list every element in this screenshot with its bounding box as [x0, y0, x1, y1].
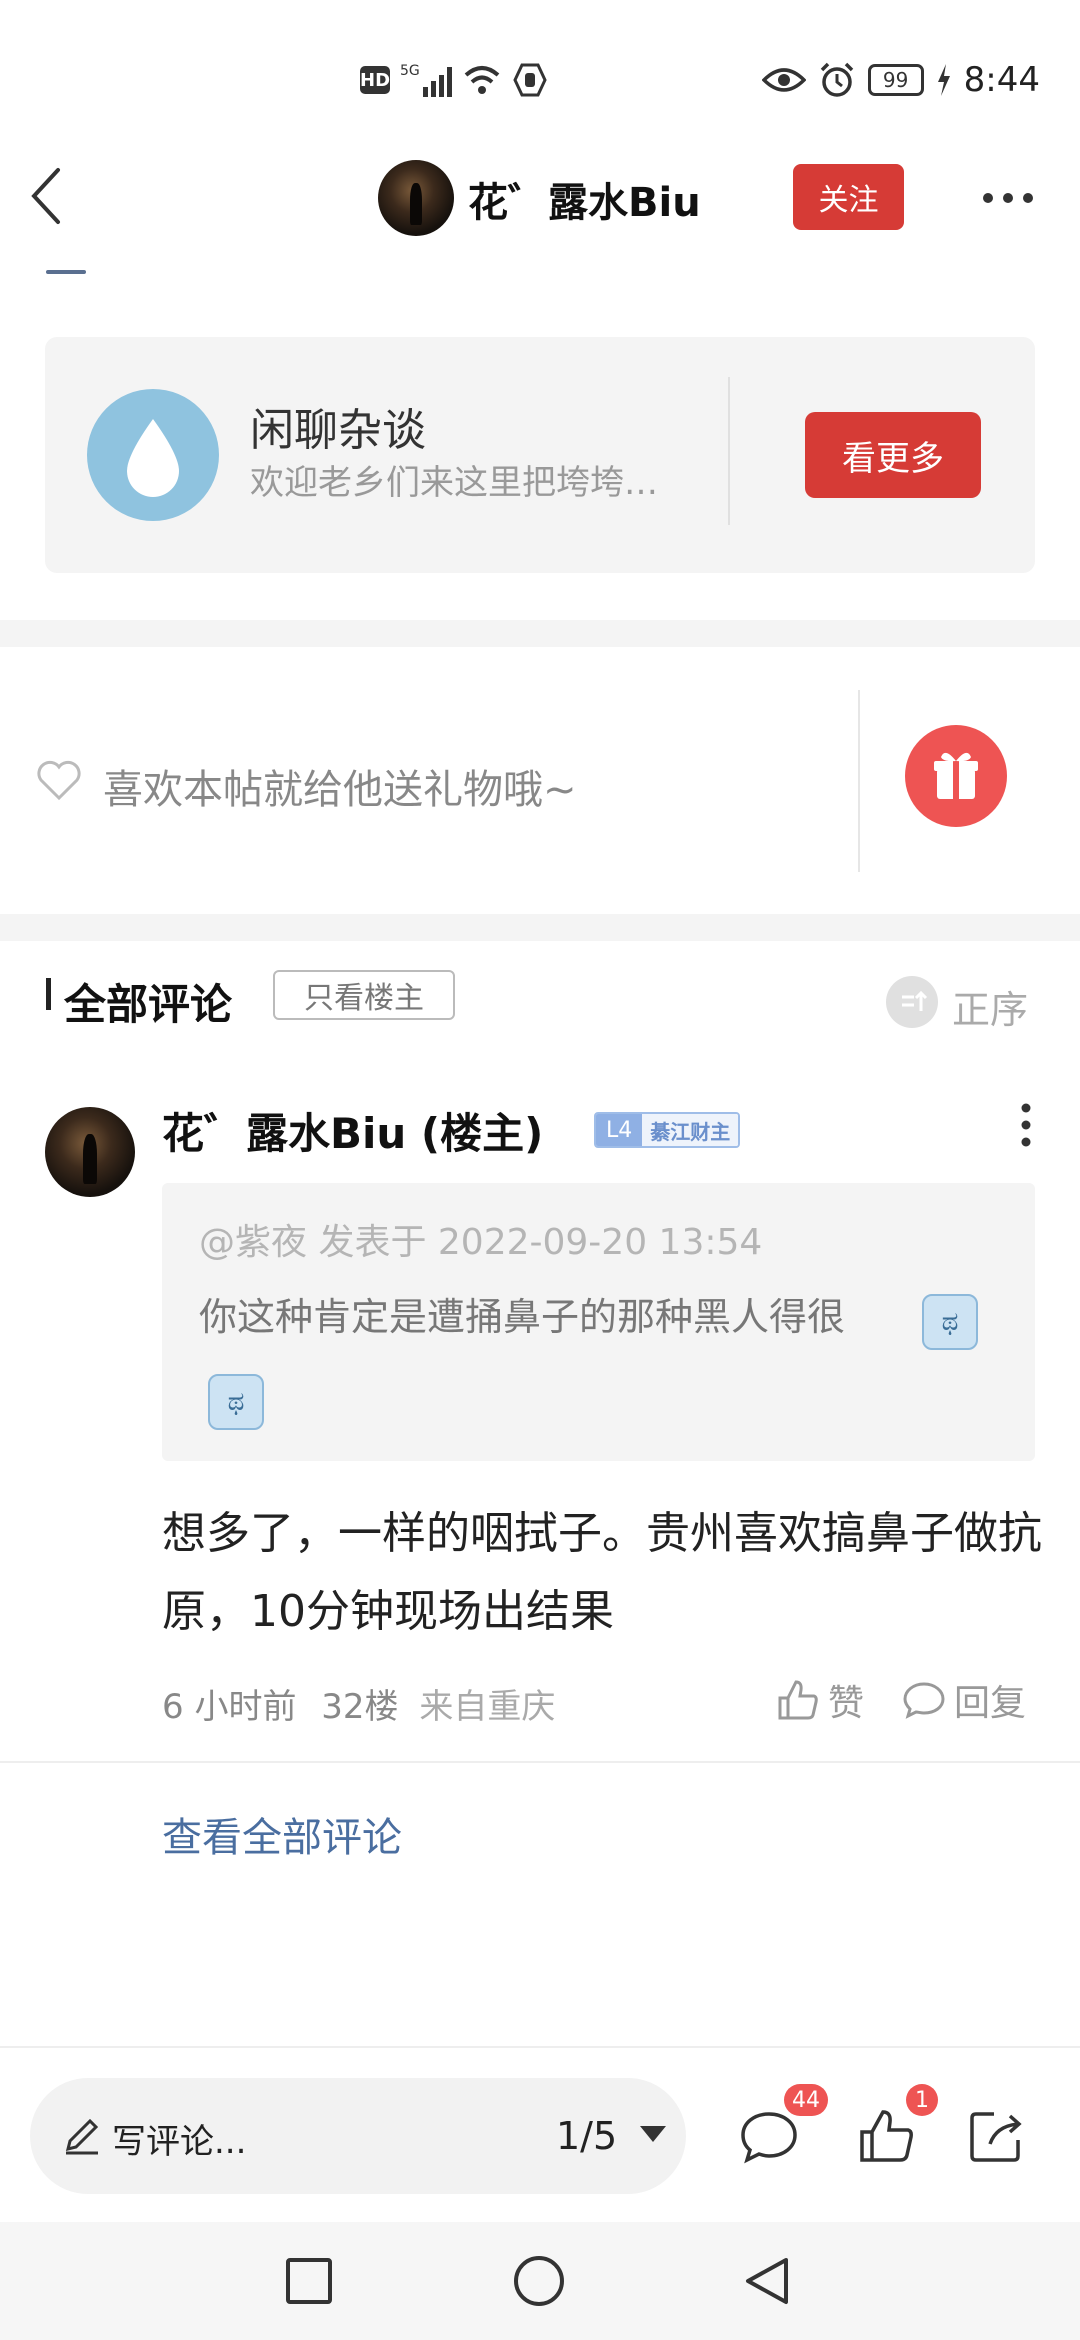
network-type-label: 5G: [400, 63, 420, 79]
crying-emoji-icon: ಥ: [208, 1374, 264, 1430]
level-title: 綦江财主: [642, 1114, 739, 1146]
sort-order-icon[interactable]: [885, 975, 939, 1029]
dropdown-caret-icon[interactable]: [638, 2124, 668, 2144]
comment-author[interactable]: 花゛露水Biu (楼主): [162, 1100, 543, 1161]
follow-button[interactable]: 关注: [793, 164, 904, 230]
section-separator: [0, 914, 1080, 941]
battery-icon: 99: [867, 64, 924, 96]
write-comment-label[interactable]: 写评论...: [112, 2114, 246, 2163]
cutoff-text-fragment: [46, 262, 106, 276]
quote-text: 你这种肯定是遭捅鼻子的那种黑人得很: [199, 1295, 846, 1339]
back-arrow-icon[interactable]: [28, 166, 64, 226]
only-op-button[interactable]: 只看楼主: [273, 970, 455, 1020]
reply-button[interactable]: 回复: [902, 1674, 1026, 1726]
like-count-badge: 1: [906, 2084, 938, 2116]
share-icon[interactable]: [966, 2106, 1026, 2166]
status-bar: HD 5G 99 8:44: [0, 0, 1080, 150]
comment-time: 6 小时前: [162, 1687, 297, 1727]
more-options-icon[interactable]: [980, 190, 1036, 206]
view-all-comments-link[interactable]: 查看全部评论: [162, 1805, 402, 1863]
recent-apps-icon[interactable]: [284, 2256, 334, 2306]
toolbar-divider: [0, 2046, 1080, 2048]
home-icon[interactable]: [512, 2254, 566, 2308]
back-icon[interactable]: [742, 2254, 792, 2308]
thumbs-up-icon[interactable]: [856, 2106, 916, 2166]
see-more-button[interactable]: 看更多: [805, 412, 981, 498]
list-divider: [0, 1761, 1080, 1763]
card-divider: [728, 377, 730, 525]
hd-icon: HD: [360, 66, 390, 94]
gift-prompt: 喜欢本帖就给他送礼物哦~: [103, 767, 577, 813]
nav-user-name[interactable]: 花゛露水Biu: [468, 170, 701, 228]
crying-emoji-icon: ಥ: [922, 1294, 978, 1350]
comment-floor: 32楼: [321, 1687, 399, 1727]
section-separator: [0, 620, 1080, 647]
eye-icon: [761, 68, 806, 92]
community-name: 闲聊杂谈: [250, 405, 426, 456]
alarm-icon: [820, 62, 853, 97]
pencil-icon: [65, 2118, 99, 2155]
status-left-icons: HD 5G: [360, 56, 548, 104]
signal-5g-icon: 5G: [400, 63, 452, 97]
reply-bubble-icon: [903, 1682, 945, 1719]
comments-icon[interactable]: [738, 2106, 800, 2168]
wifi-icon: [464, 66, 500, 94]
charging-icon: [937, 64, 950, 96]
status-right-icons: 99 8:44: [761, 52, 1040, 108]
comment-meta: 6 小时前 32楼 来自重庆: [162, 1679, 555, 1728]
section-marker: [46, 978, 51, 1010]
comment-more-icon[interactable]: [1016, 1102, 1036, 1148]
gift-icon: [934, 752, 978, 799]
heart-outline-icon[interactable]: [35, 759, 83, 801]
like-button[interactable]: 赞: [776, 1674, 864, 1726]
quote-meta: @紫夜 发表于 2022-09-20 13:54: [199, 1222, 763, 1263]
gift-button[interactable]: [905, 725, 1007, 827]
clock: 8:44: [963, 60, 1040, 100]
all-comments-title: 全部评论: [64, 980, 233, 1029]
hand-icon: [513, 63, 547, 97]
comment-body: 想多了，一样的咽拭子。贵州喜欢搞鼻子做抗原，10分钟现场出结果: [162, 1508, 1042, 1637]
comment-avatar[interactable]: [45, 1107, 135, 1197]
comment-count-badge: 44: [784, 2084, 828, 2116]
sort-order-label[interactable]: 正序: [952, 979, 1028, 1034]
comment-location: 来自重庆: [419, 1687, 556, 1727]
gift-divider: [858, 690, 860, 872]
community-description: 欢迎老乡们来这里把垮垮…: [250, 463, 658, 503]
level-badge: L4 綦江财主: [594, 1112, 741, 1148]
like-label: 赞: [828, 1683, 865, 1724]
nav-avatar[interactable]: [378, 160, 454, 236]
reply-label: 回复: [954, 1683, 1027, 1724]
level-number: L4: [596, 1114, 643, 1146]
thumbs-up-icon: [778, 1680, 818, 1720]
page-indicator[interactable]: 1/5: [556, 2114, 617, 2158]
water-drop-icon: [87, 389, 219, 521]
